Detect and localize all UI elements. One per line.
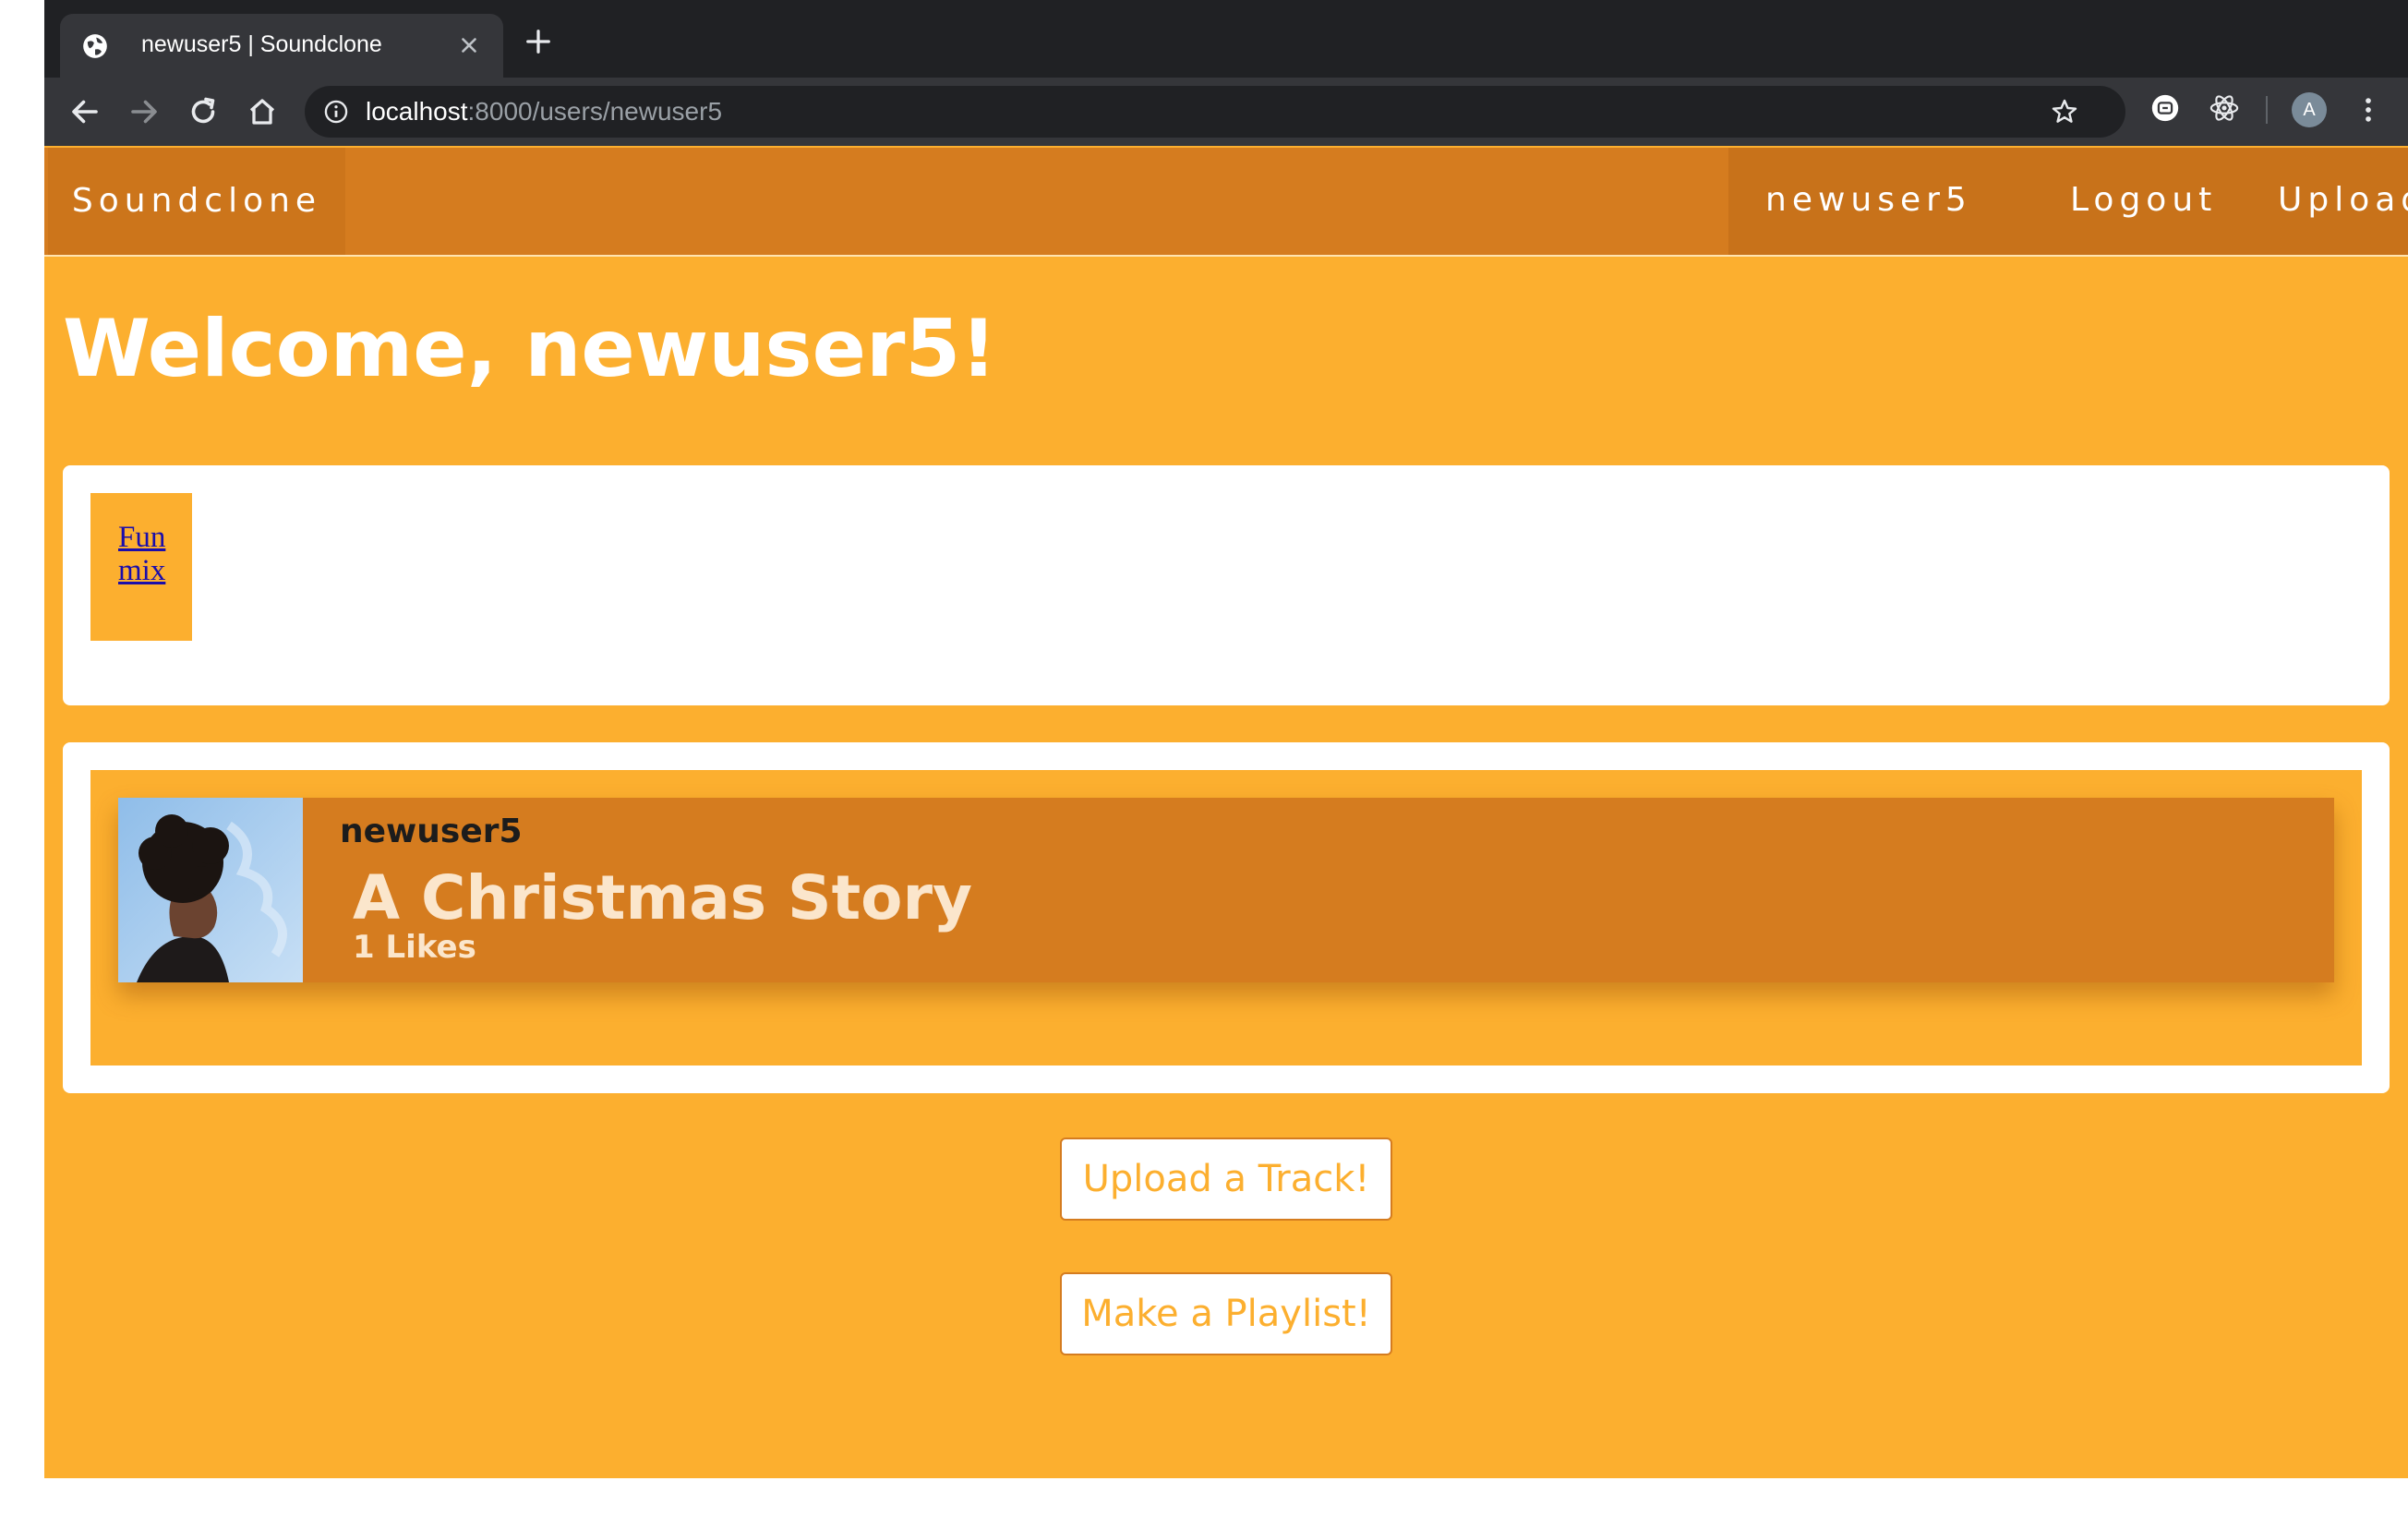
url-host: localhost [366, 97, 468, 126]
url-path: :8000/users/newuser5 [467, 97, 723, 126]
track-title[interactable]: A Christmas Story [353, 862, 972, 933]
tracks-panel: newuser5 A Christmas Story 1 Likes [63, 742, 2390, 1093]
nav-right-group: newuser5 Logout Upload [1728, 148, 2408, 255]
more-menu-icon[interactable] [2354, 94, 2382, 126]
site-navbar: Soundclone newuser5 Logout Upload [44, 148, 2408, 257]
playlists-panel: Fun mix [63, 465, 2390, 705]
bookmark-star-icon[interactable] [2050, 97, 2079, 126]
browser-tab[interactable]: newuser5 | Soundclone [60, 14, 503, 78]
toolbar-separator [2266, 96, 2268, 124]
profile-avatar[interactable]: A [2292, 92, 2327, 127]
upload-track-button[interactable]: Upload a Track! [1060, 1138, 1392, 1221]
browser-toolbar: localhost:8000/users/newuser5 [44, 78, 2408, 146]
playlist-tile[interactable]: Fun mix [90, 493, 192, 641]
extension-icon[interactable] [2149, 92, 2181, 124]
globe-icon [83, 34, 107, 58]
new-tab-icon[interactable] [524, 28, 552, 55]
url-text[interactable]: localhost:8000/users/newuser5 [366, 97, 722, 126]
page-content: Soundclone newuser5 Logout Upload Welcom… [44, 146, 2408, 1478]
brand-link[interactable]: Soundclone [48, 148, 345, 255]
browser-tab-strip: newuser5 | Soundclone [44, 0, 2408, 78]
track-likes: 1 Likes [353, 929, 476, 966]
back-arrow-icon[interactable] [68, 95, 102, 128]
track-artist[interactable]: newuser5 [340, 813, 523, 850]
forward-arrow-icon[interactable] [127, 95, 161, 128]
page-title: Welcome, newuser5! [63, 303, 997, 395]
reload-icon[interactable] [187, 95, 220, 128]
home-icon[interactable] [246, 95, 279, 128]
nav-username-link[interactable]: newuser5 [1765, 181, 1972, 219]
nav-logout-link[interactable]: Logout [2070, 181, 2217, 219]
track-card[interactable]: newuser5 A Christmas Story 1 Likes [118, 798, 2334, 982]
info-icon[interactable] [323, 99, 349, 125]
react-devtools-icon[interactable] [2209, 92, 2240, 124]
track-artwork[interactable] [118, 798, 303, 982]
address-bar[interactable]: localhost:8000/users/newuser5 [305, 86, 2125, 138]
playlist-link[interactable]: Fun mix [118, 521, 174, 587]
nav-upload-link[interactable]: Upload [2278, 181, 2408, 219]
tracks-list: newuser5 A Christmas Story 1 Likes [90, 770, 2362, 1065]
make-playlist-button[interactable]: Make a Playlist! [1060, 1272, 1392, 1355]
tab-title: newuser5 | Soundclone [141, 31, 382, 57]
close-icon[interactable] [457, 33, 481, 57]
